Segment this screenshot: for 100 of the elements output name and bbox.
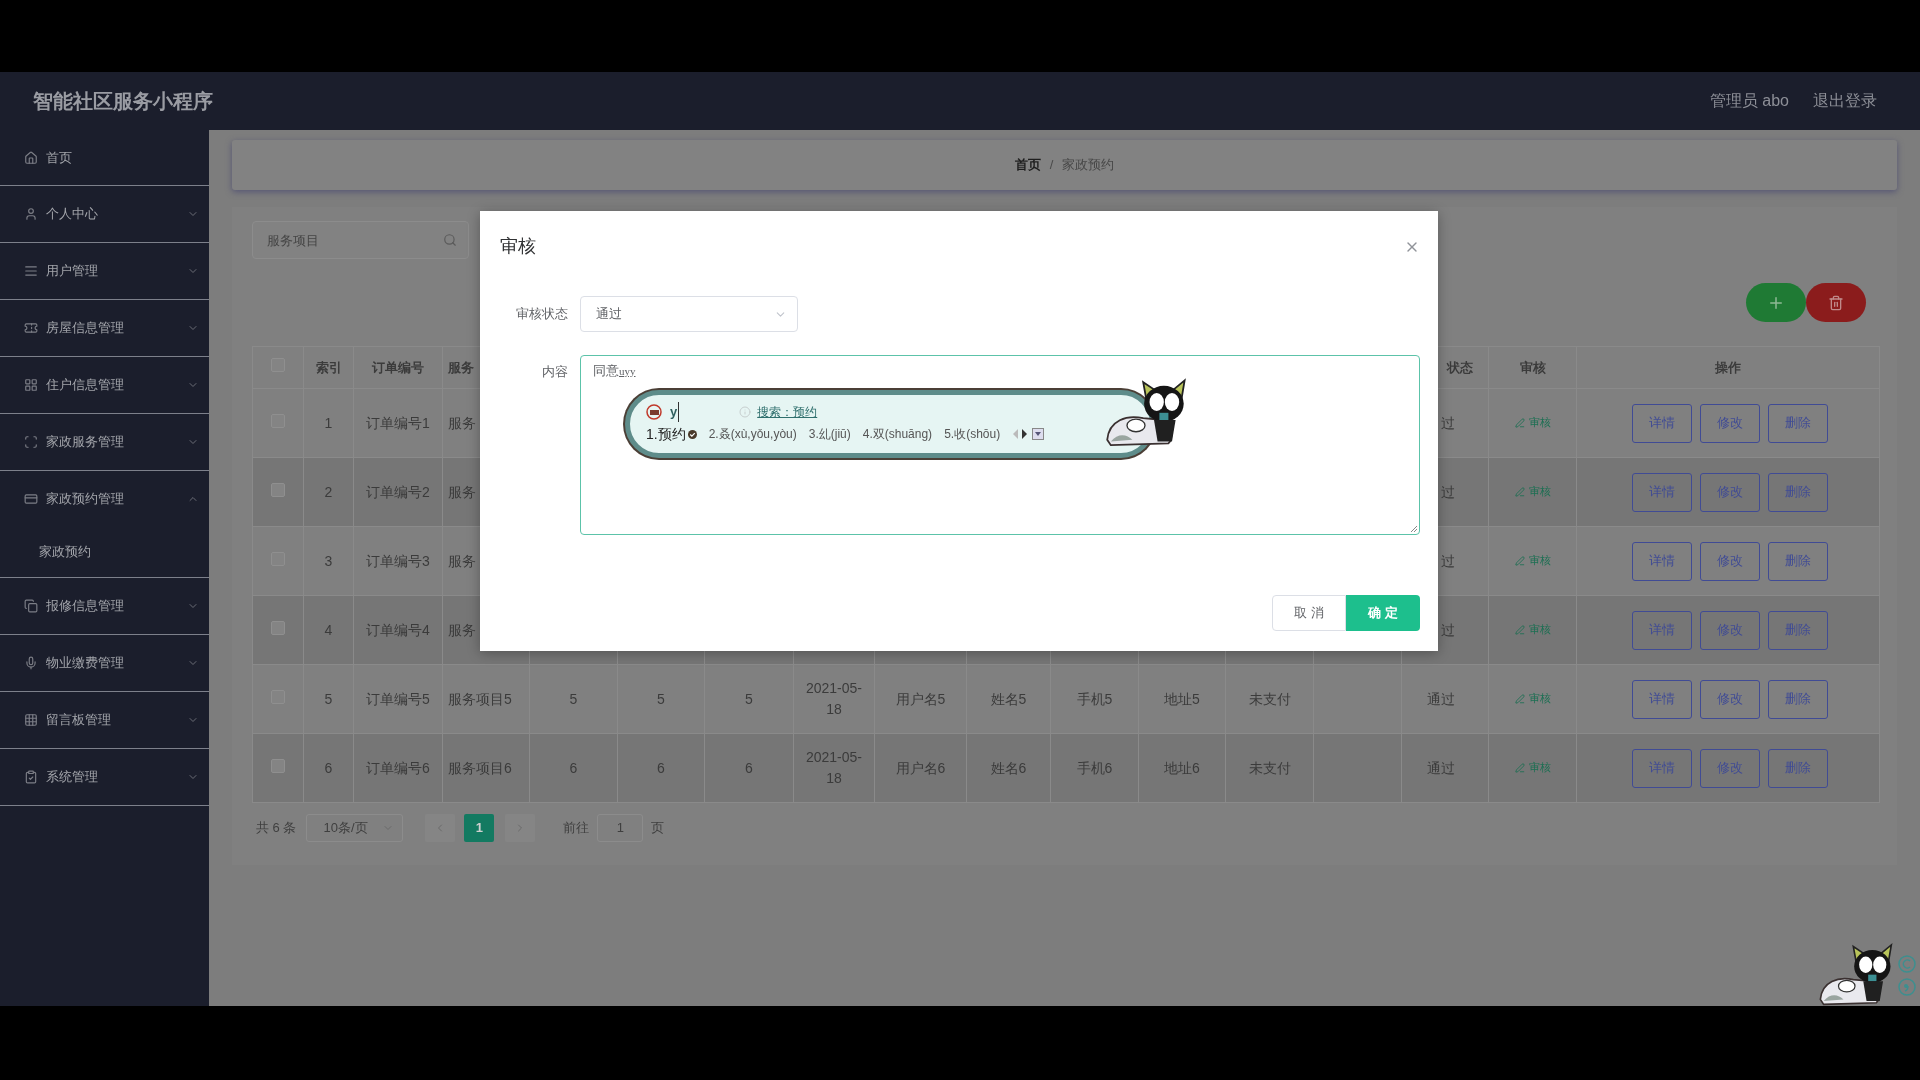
logout-link[interactable]: 退出登录 <box>1813 89 1877 113</box>
row-action-button[interactable]: 删除 <box>1768 403 1828 443</box>
ime-candidate[interactable]: 4.双(shuāng) <box>862 425 933 443</box>
table-cell: 姓名6 <box>990 759 1027 776</box>
breadcrumb-link[interactable]: 首页 <box>1014 155 1041 175</box>
sidebar-item[interactable]: 首页 <box>0 130 209 185</box>
pen-icon <box>1514 693 1525 704</box>
table-cell: 订单编号6 <box>366 759 430 776</box>
table-cell: 过 <box>1441 621 1455 638</box>
review-link[interactable]: 审核 <box>1514 552 1551 569</box>
sidebar-item[interactable]: 物业缴费管理 <box>0 635 209 691</box>
row-action-button[interactable]: 修改 <box>1700 403 1760 443</box>
scan-frame-icon <box>24 435 38 449</box>
circle-comma-icon <box>1898 978 1916 996</box>
pen-icon <box>1514 762 1525 773</box>
sidebar-item[interactable]: 用户管理 <box>0 243 209 299</box>
review-link[interactable]: 审核 <box>1514 621 1551 638</box>
user-icon <box>24 207 38 221</box>
dropdown-box-icon <box>1032 428 1045 440</box>
admin-user-label: 管理员 abo <box>1709 91 1789 111</box>
table-cell: 服务 <box>448 483 476 500</box>
row-action-button[interactable]: 详情 <box>1632 403 1692 443</box>
add-button[interactable] <box>1746 283 1806 322</box>
app-title: 智能社区服务小程序 <box>33 89 213 114</box>
table-cell: 地址6 <box>1164 759 1200 776</box>
ticket-icon <box>24 321 38 335</box>
row-checkbox[interactable] <box>271 620 285 635</box>
row-action-button[interactable]: 删除 <box>1768 541 1828 581</box>
table-cell: 6 <box>657 759 665 776</box>
ime-candidate[interactable]: 5.收(shōu) <box>944 425 1001 443</box>
sidebar-item[interactable]: 个人中心 <box>0 186 209 242</box>
review-link[interactable]: 审核 <box>1514 483 1551 500</box>
circle-c-icon <box>1898 955 1916 973</box>
resize-handle-icon <box>1410 525 1418 533</box>
review-link[interactable]: 审核 <box>1514 414 1551 431</box>
confirm-button[interactable]: 确 定 <box>1346 595 1420 631</box>
row-action-button[interactable]: 删除 <box>1768 679 1828 719</box>
form-label: 内容 <box>541 363 568 381</box>
row-action-button[interactable]: 详情 <box>1632 679 1692 719</box>
goto-page-field[interactable]: 1 <box>597 814 644 842</box>
home-icon <box>24 150 38 165</box>
table-cell: 订单编号5 <box>366 690 430 707</box>
goto-suffix: 页 <box>651 819 665 838</box>
info-icon <box>739 406 752 418</box>
table-cell: 通过 <box>1427 690 1455 707</box>
status-select[interactable]: 通过 <box>580 296 798 332</box>
table-cell: 服务 <box>448 414 476 431</box>
table-cell: 用户名6 <box>895 759 946 776</box>
review-link[interactable]: 审核 <box>1514 690 1551 707</box>
delete-button[interactable] <box>1806 283 1866 322</box>
table-cell: 2 <box>324 483 333 500</box>
breadcrumb-separator: / <box>1049 156 1054 175</box>
table-cell: 通过 <box>1427 759 1455 776</box>
table-cell: 2021-05-18 <box>805 680 862 717</box>
column-header: 订单编号 <box>372 359 424 375</box>
sidebar-item[interactable]: 家政服务管理 <box>0 414 209 470</box>
grid-icon <box>24 713 38 727</box>
sidebar-item[interactable]: 房屋信息管理 <box>0 300 209 356</box>
table-cell: 服务项目6 <box>448 759 512 776</box>
dialog-title: 审核 <box>500 235 536 258</box>
ime-candidate[interactable]: 1.预约 <box>646 423 697 445</box>
review-link[interactable]: 审核 <box>1514 759 1551 776</box>
microphone-icon <box>24 656 38 670</box>
sidebar-item[interactable]: 报修信息管理 <box>0 578 209 634</box>
table-cell: 手机5 <box>1076 690 1113 707</box>
sidebar-item[interactable]: 住户信息管理 <box>0 357 209 413</box>
ime-search-link[interactable]: 搜索：预约 <box>757 403 818 421</box>
row-checkbox[interactable] <box>271 482 285 497</box>
sidebar-item[interactable]: 留言板管理 <box>0 692 209 748</box>
page-button[interactable]: 1 <box>464 814 495 842</box>
table-cell: 6 <box>324 759 333 776</box>
sidebar-item[interactable]: 家政预约管理 <box>0 471 209 527</box>
table-cell: 过 <box>1441 552 1455 569</box>
row-action-button[interactable]: 详情 <box>1632 541 1692 581</box>
table-cell: 地址5 <box>1164 690 1200 707</box>
table-cell: 用户名5 <box>895 690 946 707</box>
table-cell: 未支付 <box>1248 759 1291 776</box>
sidebar-item[interactable]: 系统管理 <box>0 749 209 805</box>
row-action-button[interactable]: 修改 <box>1700 679 1760 719</box>
search-field[interactable]: 服务项目 <box>252 221 469 259</box>
table-cell: 订单编号3 <box>366 552 430 569</box>
row-checkbox[interactable] <box>271 758 285 773</box>
column-header: 服务 <box>448 359 474 375</box>
row-action-button[interactable]: 修改 <box>1700 541 1760 581</box>
trash-icon <box>1828 294 1844 311</box>
goto-label: 前往 <box>563 819 590 838</box>
table-cell: 1 <box>324 414 333 431</box>
column-header: 状态 <box>1447 359 1473 375</box>
list-icon <box>24 264 38 278</box>
table-cell: 订单编号4 <box>366 621 430 638</box>
check-badge-icon <box>687 429 697 439</box>
sidebar-subitem[interactable]: 家政预约 <box>0 527 209 577</box>
table-cell: 过 <box>1441 483 1455 500</box>
ime-candidate[interactable]: 3.乣(jiū) <box>808 425 851 443</box>
column-header: 索引 <box>315 359 342 375</box>
breadcrumb-link[interactable]: 家政预约 <box>1062 155 1115 175</box>
ime-candidate[interactable]: 2.叒(xù,yǒu,yòu) <box>708 425 797 443</box>
column-header: 操作 <box>1715 359 1741 375</box>
page-size-select[interactable]: 10条/页 <box>306 814 404 842</box>
cancel-button[interactable]: 取 消 <box>1272 595 1346 631</box>
